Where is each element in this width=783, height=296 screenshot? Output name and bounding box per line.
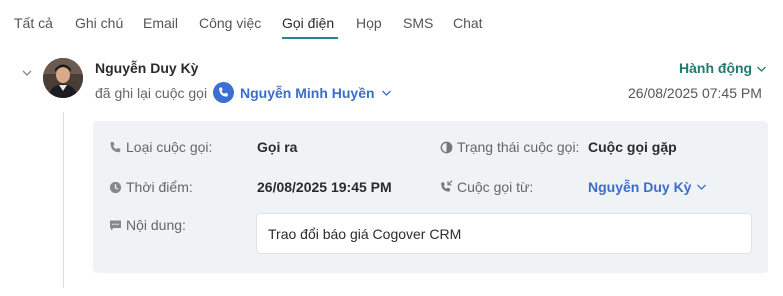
activity-action-text: đã ghi lại cuộc gọi: [95, 85, 208, 101]
activity-tabs: Tất cả Ghi chú Email Công việc Gọi điện …: [0, 0, 783, 40]
activity-author[interactable]: Nguyễn Duy Kỳ: [95, 60, 198, 76]
call-type-value: Gọi ra: [257, 139, 298, 155]
tab-chat[interactable]: Chat: [453, 14, 483, 32]
call-from-link[interactable]: Nguyễn Duy Kỳ: [588, 179, 691, 195]
tab-calls[interactable]: Gọi điện: [282, 14, 334, 32]
chevron-down-icon[interactable]: [696, 183, 707, 191]
actions-dropdown-button[interactable]: Hành động: [679, 60, 752, 76]
tab-sms[interactable]: SMS: [403, 14, 433, 32]
tab-tasks[interactable]: Công việc: [199, 14, 261, 32]
comment-icon: [110, 220, 121, 231]
content-label: Nội dung:: [126, 217, 186, 233]
avatar: [43, 58, 83, 98]
chevron-down-icon[interactable]: [21, 68, 33, 78]
call-status-label: Trạng thái cuộc gọi:: [457, 139, 580, 155]
time-value: 26/08/2025 19:45 PM: [257, 179, 392, 195]
phone-icon: [110, 142, 121, 153]
activity-timestamp: 26/08/2025 07:45 PM: [628, 85, 762, 101]
phone-icon: [213, 82, 234, 103]
tab-notes[interactable]: Ghi chú: [75, 14, 123, 32]
tab-all[interactable]: Tất cả: [14, 14, 53, 32]
time-label: Thời điểm:: [126, 179, 193, 195]
chevron-down-icon[interactable]: [381, 89, 392, 97]
phone-incoming-icon: [441, 180, 453, 192]
contact-link[interactable]: Nguyễn Minh Huyền: [240, 85, 375, 101]
call-status-value: Cuộc gọi gặp: [588, 139, 677, 155]
tab-meetings[interactable]: Họp: [356, 14, 382, 32]
content-value: Trao đổi báo giá Cogover CRM: [268, 226, 462, 242]
clock-icon: [109, 181, 122, 194]
timeline-line: [63, 112, 64, 288]
active-tab-indicator: [282, 37, 338, 39]
half-circle-icon: [440, 141, 453, 154]
content-field[interactable]: Trao đổi báo giá Cogover CRM: [256, 213, 752, 254]
tab-email[interactable]: Email: [143, 14, 178, 32]
call-type-label: Loại cuộc gọi:: [126, 139, 213, 155]
chevron-down-icon[interactable]: [756, 65, 767, 73]
call-from-label: Cuộc gọi từ:: [457, 179, 534, 195]
